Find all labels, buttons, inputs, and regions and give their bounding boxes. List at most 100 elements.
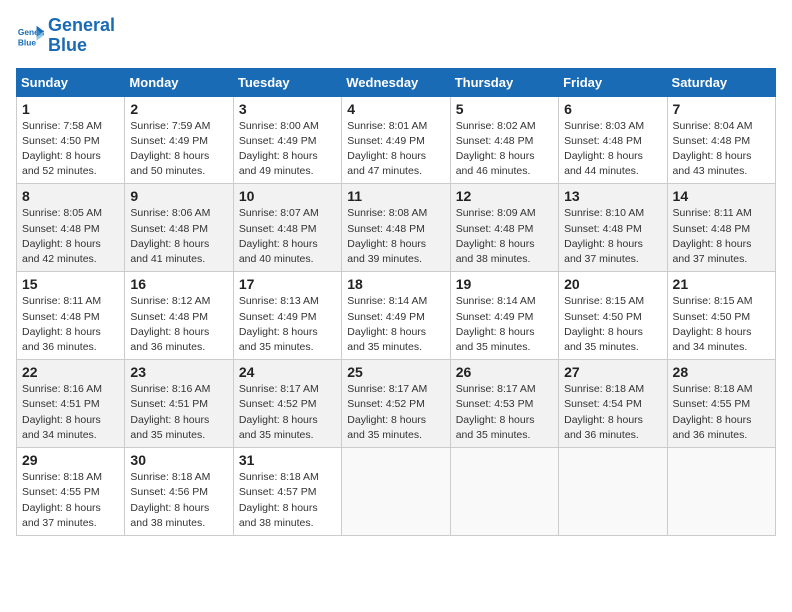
- day-detail: Sunrise: 8:09 AM Sunset: 4:48 PM Dayligh…: [456, 206, 553, 267]
- day-detail: Sunrise: 8:18 AM Sunset: 4:57 PM Dayligh…: [239, 470, 336, 531]
- day-number: 7: [673, 101, 770, 117]
- logo-icon: General Blue: [16, 22, 44, 50]
- col-header-thursday: Thursday: [450, 68, 558, 96]
- day-detail: Sunrise: 8:16 AM Sunset: 4:51 PM Dayligh…: [130, 382, 227, 443]
- calendar-cell: 28 Sunrise: 8:18 AM Sunset: 4:55 PM Dayli…: [667, 360, 775, 448]
- calendar-cell: 11 Sunrise: 8:08 AM Sunset: 4:48 PM Dayli…: [342, 184, 450, 272]
- day-detail: Sunrise: 8:17 AM Sunset: 4:53 PM Dayligh…: [456, 382, 553, 443]
- day-number: 26: [456, 364, 553, 380]
- calendar-cell: [450, 448, 558, 536]
- day-detail: Sunrise: 8:00 AM Sunset: 4:49 PM Dayligh…: [239, 119, 336, 180]
- day-detail: Sunrise: 7:59 AM Sunset: 4:49 PM Dayligh…: [130, 119, 227, 180]
- day-detail: Sunrise: 8:18 AM Sunset: 4:54 PM Dayligh…: [564, 382, 661, 443]
- page-header: General Blue GeneralBlue: [16, 16, 776, 56]
- day-number: 4: [347, 101, 444, 117]
- day-number: 30: [130, 452, 227, 468]
- day-detail: Sunrise: 8:16 AM Sunset: 4:51 PM Dayligh…: [22, 382, 119, 443]
- day-number: 28: [673, 364, 770, 380]
- day-number: 20: [564, 276, 661, 292]
- day-detail: Sunrise: 8:17 AM Sunset: 4:52 PM Dayligh…: [239, 382, 336, 443]
- calendar-cell: 5Sunrise: 8:02 AM Sunset: 4:48 PM Daylig…: [450, 96, 558, 184]
- calendar-cell: 16 Sunrise: 8:12 AM Sunset: 4:48 PM Dayli…: [125, 272, 233, 360]
- day-number: 27: [564, 364, 661, 380]
- calendar-cell: 21Sunrise: 8:15 AM Sunset: 4:50 PM Dayli…: [667, 272, 775, 360]
- day-detail: Sunrise: 8:18 AM Sunset: 4:56 PM Dayligh…: [130, 470, 227, 531]
- day-number: 15: [22, 276, 119, 292]
- calendar-cell: 3 Sunrise: 8:00 AM Sunset: 4:49 PM Daylig…: [233, 96, 341, 184]
- day-detail: Sunrise: 8:15 AM Sunset: 4:50 PM Dayligh…: [564, 294, 661, 355]
- day-number: 10: [239, 188, 336, 204]
- day-number: 12: [456, 188, 553, 204]
- calendar-cell: 10 Sunrise: 8:07 AM Sunset: 4:48 PM Dayli…: [233, 184, 341, 272]
- day-detail: Sunrise: 8:05 AM Sunset: 4:48 PM Dayligh…: [22, 206, 119, 267]
- day-number: 17: [239, 276, 336, 292]
- calendar-cell: 20 Sunrise: 8:15 AM Sunset: 4:50 PM Dayli…: [559, 272, 667, 360]
- day-detail: Sunrise: 8:12 AM Sunset: 4:48 PM Dayligh…: [130, 294, 227, 355]
- day-detail: Sunrise: 8:11 AM Sunset: 4:48 PM Dayligh…: [673, 206, 770, 267]
- calendar-cell: 4 Sunrise: 8:01 AM Sunset: 4:49 PM Daylig…: [342, 96, 450, 184]
- day-number: 18: [347, 276, 444, 292]
- calendar-cell: 1 Sunrise: 7:58 AM Sunset: 4:50 PM Daylig…: [17, 96, 125, 184]
- day-detail: Sunrise: 8:18 AM Sunset: 4:55 PM Dayligh…: [22, 470, 119, 531]
- logo-text: GeneralBlue: [48, 16, 115, 56]
- calendar-cell: 6Sunrise: 8:03 AM Sunset: 4:48 PM Daylig…: [559, 96, 667, 184]
- col-header-monday: Monday: [125, 68, 233, 96]
- day-detail: Sunrise: 8:17 AM Sunset: 4:52 PM Dayligh…: [347, 382, 444, 443]
- day-detail: Sunrise: 8:08 AM Sunset: 4:48 PM Dayligh…: [347, 206, 444, 267]
- calendar-cell: 19 Sunrise: 8:14 AM Sunset: 4:49 PM Dayli…: [450, 272, 558, 360]
- calendar-cell: 29 Sunrise: 8:18 AM Sunset: 4:55 PM Dayli…: [17, 448, 125, 536]
- day-number: 14: [673, 188, 770, 204]
- day-detail: Sunrise: 7:58 AM Sunset: 4:50 PM Dayligh…: [22, 119, 119, 180]
- day-number: 19: [456, 276, 553, 292]
- calendar-cell: 24 Sunrise: 8:17 AM Sunset: 4:52 PM Dayli…: [233, 360, 341, 448]
- calendar-cell: 23 Sunrise: 8:16 AM Sunset: 4:51 PM Dayli…: [125, 360, 233, 448]
- day-number: 9: [130, 188, 227, 204]
- calendar-cell: 25Sunrise: 8:17 AM Sunset: 4:52 PM Dayli…: [342, 360, 450, 448]
- day-detail: Sunrise: 8:18 AM Sunset: 4:55 PM Dayligh…: [673, 382, 770, 443]
- calendar-cell: 9Sunrise: 8:06 AM Sunset: 4:48 PM Daylig…: [125, 184, 233, 272]
- calendar-cell: 17 Sunrise: 8:13 AM Sunset: 4:49 PM Dayli…: [233, 272, 341, 360]
- day-number: 22: [22, 364, 119, 380]
- calendar-cell: 27 Sunrise: 8:18 AM Sunset: 4:54 PM Dayli…: [559, 360, 667, 448]
- day-detail: Sunrise: 8:11 AM Sunset: 4:48 PM Dayligh…: [22, 294, 119, 355]
- day-detail: Sunrise: 8:13 AM Sunset: 4:49 PM Dayligh…: [239, 294, 336, 355]
- calendar-cell: 30 Sunrise: 8:18 AM Sunset: 4:56 PM Dayli…: [125, 448, 233, 536]
- day-number: 23: [130, 364, 227, 380]
- day-number: 2: [130, 101, 227, 117]
- day-detail: Sunrise: 8:02 AM Sunset: 4:48 PM Dayligh…: [456, 119, 553, 180]
- calendar-cell: 14 Sunrise: 8:11 AM Sunset: 4:48 PM Dayli…: [667, 184, 775, 272]
- calendar-cell: [342, 448, 450, 536]
- day-number: 1: [22, 101, 119, 117]
- calendar-cell: 22 Sunrise: 8:16 AM Sunset: 4:51 PM Dayli…: [17, 360, 125, 448]
- day-number: 29: [22, 452, 119, 468]
- day-number: 16: [130, 276, 227, 292]
- day-detail: Sunrise: 8:10 AM Sunset: 4:48 PM Dayligh…: [564, 206, 661, 267]
- day-detail: Sunrise: 8:14 AM Sunset: 4:49 PM Dayligh…: [347, 294, 444, 355]
- col-header-wednesday: Wednesday: [342, 68, 450, 96]
- day-number: 11: [347, 188, 444, 204]
- calendar-cell: 2 Sunrise: 7:59 AM Sunset: 4:49 PM Daylig…: [125, 96, 233, 184]
- calendar-cell: 12 Sunrise: 8:09 AM Sunset: 4:48 PM Dayli…: [450, 184, 558, 272]
- calendar-cell: 13 Sunrise: 8:10 AM Sunset: 4:48 PM Dayli…: [559, 184, 667, 272]
- day-number: 24: [239, 364, 336, 380]
- day-number: 3: [239, 101, 336, 117]
- calendar-cell: 31 Sunrise: 8:18 AM Sunset: 4:57 PM Dayli…: [233, 448, 341, 536]
- col-header-friday: Friday: [559, 68, 667, 96]
- day-number: 31: [239, 452, 336, 468]
- day-detail: Sunrise: 8:01 AM Sunset: 4:49 PM Dayligh…: [347, 119, 444, 180]
- day-detail: Sunrise: 8:14 AM Sunset: 4:49 PM Dayligh…: [456, 294, 553, 355]
- calendar-cell: 15 Sunrise: 8:11 AM Sunset: 4:48 PM Dayli…: [17, 272, 125, 360]
- day-detail: Sunrise: 8:04 AM Sunset: 4:48 PM Dayligh…: [673, 119, 770, 180]
- col-header-tuesday: Tuesday: [233, 68, 341, 96]
- logo: General Blue GeneralBlue: [16, 16, 115, 56]
- calendar-cell: 18 Sunrise: 8:14 AM Sunset: 4:49 PM Dayli…: [342, 272, 450, 360]
- day-detail: Sunrise: 8:03 AM Sunset: 4:48 PM Dayligh…: [564, 119, 661, 180]
- calendar-cell: [667, 448, 775, 536]
- calendar-cell: 7 Sunrise: 8:04 AM Sunset: 4:48 PM Daylig…: [667, 96, 775, 184]
- calendar-table: SundayMondayTuesdayWednesdayThursdayFrid…: [16, 68, 776, 536]
- day-number: 13: [564, 188, 661, 204]
- calendar-cell: 8Sunrise: 8:05 AM Sunset: 4:48 PM Daylig…: [17, 184, 125, 272]
- day-detail: Sunrise: 8:07 AM Sunset: 4:48 PM Dayligh…: [239, 206, 336, 267]
- col-header-sunday: Sunday: [17, 68, 125, 96]
- svg-text:Blue: Blue: [18, 37, 36, 47]
